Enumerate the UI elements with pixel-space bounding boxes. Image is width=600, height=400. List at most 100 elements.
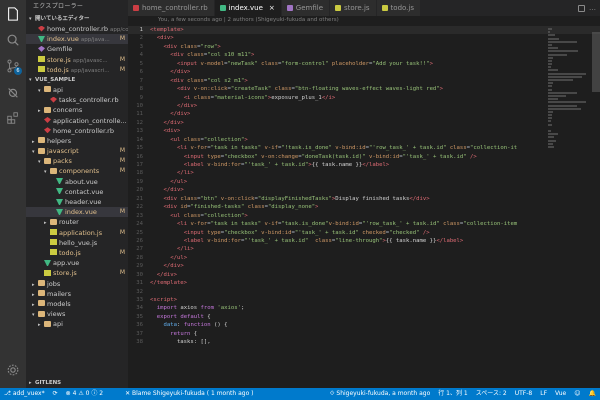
folder-item[interactable]: ▸ mailers bbox=[26, 289, 128, 299]
code-line[interactable]: 19 </ul> bbox=[128, 178, 600, 186]
code-line[interactable]: 33 <script> bbox=[128, 296, 600, 304]
line-ending[interactable]: LF bbox=[536, 388, 551, 400]
file-item[interactable]: app.vue bbox=[26, 258, 128, 268]
file-item[interactable]: about.vue bbox=[26, 177, 128, 187]
problems-indicator[interactable]: ⊗ 4 ⚠ 0 ⓘ 2 bbox=[62, 388, 107, 400]
encoding[interactable]: UTF-8 bbox=[511, 388, 537, 400]
code-line[interactable]: 36 data: function () { bbox=[128, 321, 600, 329]
code-line[interactable]: 5 <input v-model="newTask" class="form-c… bbox=[128, 60, 600, 68]
code-line[interactable]: 28 </ul> bbox=[128, 254, 600, 262]
file-item[interactable]: home_controller.rb bbox=[26, 126, 128, 136]
code-line[interactable]: 20 </div> bbox=[128, 186, 600, 194]
minimap[interactable] bbox=[548, 28, 592, 328]
gitlens-header[interactable]: ▸ GITLENS bbox=[26, 378, 128, 388]
file-item[interactable]: todo.js app/javascri... M bbox=[26, 65, 128, 75]
code-line[interactable]: 22 <div id="finished-tasks" class="displ… bbox=[128, 203, 600, 211]
code-line[interactable]: 21 <div class="btn" v-on:click="displayF… bbox=[128, 195, 600, 203]
tab-home-controller-rb[interactable]: home_controller.rb bbox=[128, 0, 215, 16]
file-item[interactable]: hello_vue.js bbox=[26, 238, 128, 248]
explorer-icon[interactable] bbox=[5, 6, 21, 22]
vertical-scrollbar[interactable] bbox=[592, 32, 600, 92]
code-line[interactable]: 37 return { bbox=[128, 330, 600, 338]
settings-gear-icon[interactable] bbox=[5, 362, 21, 378]
feedback-icon[interactable]: ☺ bbox=[570, 388, 584, 400]
folder-item[interactable]: ▾ javascript M bbox=[26, 146, 128, 156]
file-item[interactable]: contact.vue bbox=[26, 187, 128, 197]
code-line[interactable]: 13 <div> bbox=[128, 127, 600, 135]
language-mode[interactable]: Vue bbox=[551, 388, 570, 400]
code-line[interactable]: 35 export default { bbox=[128, 313, 600, 321]
author-indicator[interactable]: ⟐ Shigeyuki-fukuda, a month ago bbox=[326, 388, 435, 400]
code-line[interactable]: 24 <li v-for="task in tasks" v-if="task.… bbox=[128, 220, 600, 228]
open-editors-header[interactable]: ▾ 開いているエディター bbox=[26, 14, 128, 24]
code-line[interactable]: 16 <input type="checkbox" v-on:change="d… bbox=[128, 153, 600, 161]
code-line[interactable]: 11 </div> bbox=[128, 110, 600, 118]
file-item[interactable]: index.vue app/java... M bbox=[26, 34, 128, 45]
close-tab-icon[interactable]: × bbox=[269, 0, 275, 16]
code-line[interactable]: 31 </template> bbox=[128, 279, 600, 287]
file-item[interactable]: application.js M bbox=[26, 228, 128, 238]
code-line[interactable]: 4 <div class="col s10 m11"> bbox=[128, 51, 600, 59]
code-line[interactable]: 6 </div> bbox=[128, 68, 600, 76]
extensions-icon[interactable] bbox=[5, 110, 21, 126]
file-item[interactable]: header.vue bbox=[26, 197, 128, 207]
more-actions-icon[interactable]: … bbox=[589, 4, 596, 12]
code-line[interactable]: 32 bbox=[128, 288, 600, 296]
file-item[interactable]: home_controller.rbapp/co... bbox=[26, 24, 128, 34]
code-line[interactable]: 18 </li> bbox=[128, 169, 600, 177]
tab-store-js[interactable]: store.js bbox=[330, 0, 377, 16]
file-item[interactable]: tasks_controller.rb bbox=[26, 95, 128, 105]
code-editor[interactable]: You, a few seconds ago | 2 authors (Shig… bbox=[128, 16, 600, 388]
code-line[interactable]: 2 <div> bbox=[128, 34, 600, 42]
folder-item[interactable]: ▾ components M bbox=[26, 166, 128, 176]
code-line[interactable]: 15 <li v-for="task in tasks" v-if="!task… bbox=[128, 144, 600, 152]
folder-item[interactable]: ▸ concerns bbox=[26, 105, 128, 115]
notifications-icon[interactable]: 🔔 bbox=[585, 388, 600, 400]
file-item[interactable]: index.vue M bbox=[26, 207, 128, 218]
tab-index-vue[interactable]: index.vue × bbox=[214, 0, 282, 16]
file-item[interactable]: application_controlle... bbox=[26, 116, 128, 126]
code-line[interactable]: 17 <label v-bind:for="'task_' + task.id"… bbox=[128, 161, 600, 169]
folder-item[interactable]: ▸ router bbox=[26, 217, 128, 227]
debug-icon[interactable] bbox=[5, 84, 21, 100]
file-item[interactable]: store.js app/javasc... M bbox=[26, 55, 128, 65]
blame-indicator[interactable]: ✕ Blame Shigeyuki-fukuda ( 1 month ago ) bbox=[121, 388, 257, 400]
split-editor-icon[interactable] bbox=[578, 4, 585, 12]
folder-item[interactable]: ▾ api bbox=[26, 85, 128, 95]
search-icon[interactable] bbox=[5, 32, 21, 48]
indentation[interactable]: スペース: 2 bbox=[472, 388, 511, 400]
cursor-position[interactable]: 行 1、列 1 bbox=[434, 388, 471, 400]
code-line[interactable]: 26 <label v-bind:for="'task_' + task.id"… bbox=[128, 237, 600, 245]
source-control-icon[interactable]: 6 bbox=[5, 58, 22, 75]
codelens-blame[interactable]: You, a few seconds ago | 2 authors (Shig… bbox=[158, 17, 339, 23]
code-line[interactable]: 29 </div> bbox=[128, 262, 600, 270]
folder-item[interactable]: ▸ helpers bbox=[26, 136, 128, 146]
folder-item[interactable]: ▸ api bbox=[26, 319, 128, 329]
project-header[interactable]: ▾ VUE_SAMPLE bbox=[26, 75, 128, 85]
code-line[interactable]: 8 <div v-on:click="createTask" class="bt… bbox=[128, 85, 600, 93]
tab-todo-js[interactable]: todo.js bbox=[376, 0, 421, 16]
code-line[interactable]: 30 </div> bbox=[128, 271, 600, 279]
code-line[interactable]: 7 <div class="col s2 m1"> bbox=[128, 77, 600, 85]
code-line[interactable]: 1 <template> bbox=[128, 26, 600, 35]
folder-item[interactable]: ▸ jobs bbox=[26, 279, 128, 289]
code-line[interactable]: 14 <ul class="collection"> bbox=[128, 136, 600, 144]
git-branch[interactable]: ⎇ add_vuex* bbox=[0, 388, 49, 400]
code-line[interactable]: 9 <i class="material-icons">exposure_plu… bbox=[128, 94, 600, 102]
folder-item[interactable]: ▾ views bbox=[26, 309, 128, 319]
code-line[interactable]: 34 import axios from 'axios'; bbox=[128, 304, 600, 312]
file-item[interactable]: todo.js M bbox=[26, 248, 128, 258]
code-line[interactable]: 27 </li> bbox=[128, 245, 600, 253]
code-line[interactable]: 25 <input type="checkbox" v-bind:id="'ta… bbox=[128, 229, 600, 237]
tab-gemfile[interactable]: Gemfile bbox=[281, 0, 331, 16]
sync-icon[interactable]: ⟳ bbox=[49, 388, 62, 400]
code-line[interactable]: 12 </div> bbox=[128, 119, 600, 127]
folder-item[interactable]: ▾ packs M bbox=[26, 156, 128, 166]
folder-item[interactable]: ▸ models bbox=[26, 299, 128, 309]
file-item[interactable]: Gemfile bbox=[26, 44, 128, 54]
code-line[interactable]: 23 <ul class="collection"> bbox=[128, 212, 600, 220]
file-item[interactable]: store.js M bbox=[26, 268, 128, 278]
code-line[interactable]: 38 tasks: [], bbox=[128, 338, 600, 346]
code-line[interactable]: 3 <div class="row"> bbox=[128, 43, 600, 51]
code-line[interactable]: 10 </div> bbox=[128, 102, 600, 110]
